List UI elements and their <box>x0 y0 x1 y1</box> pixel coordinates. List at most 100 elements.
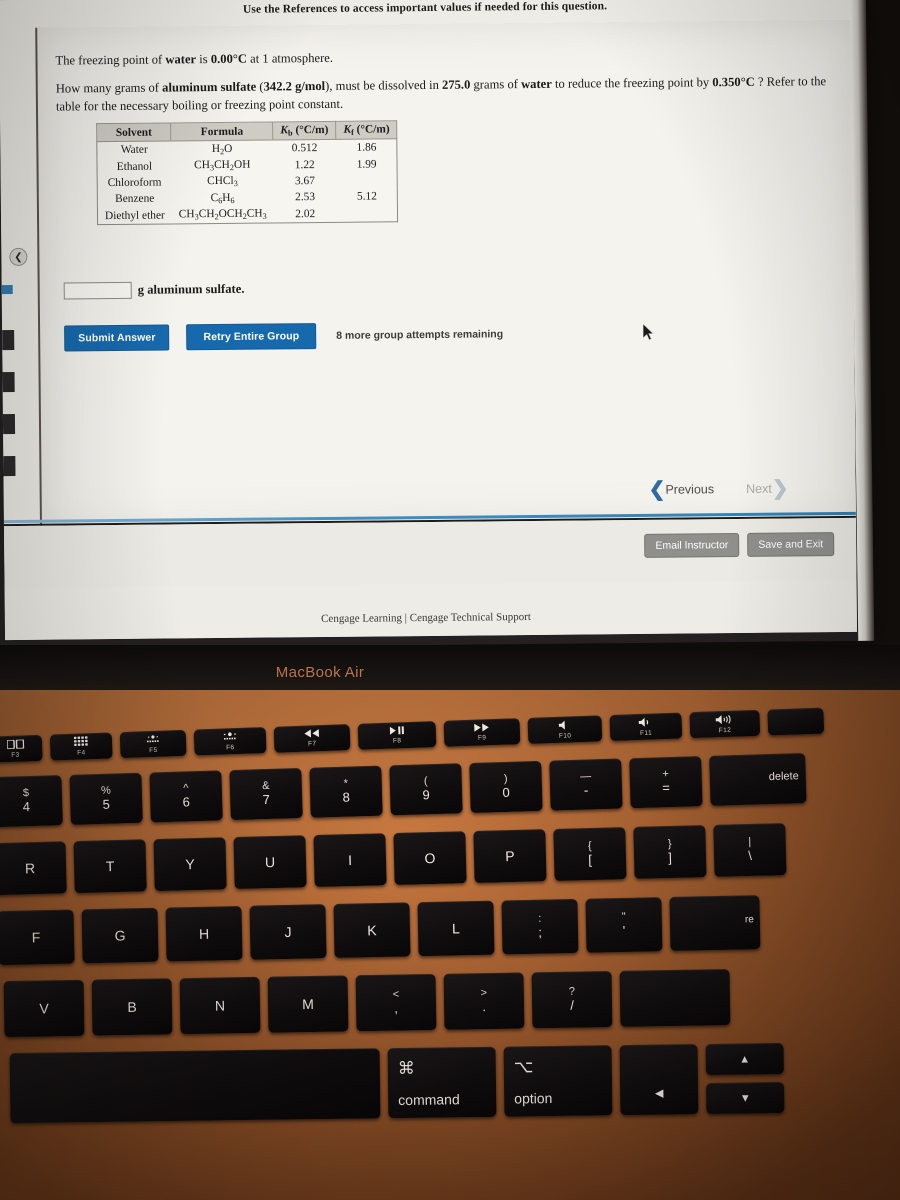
key-n[interactable]: N <box>179 976 261 1035</box>
key-f4[interactable]: F4 <box>49 732 113 761</box>
key-t[interactable]: T <box>73 839 147 894</box>
key-f7[interactable]: F7 <box>273 724 351 753</box>
key-bracket[interactable]: }] <box>633 825 707 879</box>
key-legend: P <box>505 847 515 865</box>
key-j[interactable]: J <box>249 904 327 960</box>
key-f3[interactable]: F3 <box>0 734 43 763</box>
key-top-legend: { <box>587 840 592 853</box>
key-punct[interactable]: <, <box>355 973 437 1032</box>
chevron-right-icon: ❯ <box>771 477 789 500</box>
cell-solvent: Ethanol <box>116 160 153 173</box>
key-arrow-up[interactable]: ▲ <box>705 1042 784 1076</box>
key-b[interactable]: B <box>91 978 173 1036</box>
key-f8[interactable]: F8 <box>357 721 437 750</box>
key-top-legend: ? <box>568 986 576 999</box>
key-arrow-down[interactable]: ▼ <box>706 1081 785 1115</box>
key-touch-id[interactable] <box>767 707 825 736</box>
key-bracket[interactable]: | \ <box>713 823 787 877</box>
edge-panel-block-2 <box>2 371 15 393</box>
key-bottom-legend: , <box>394 1000 399 1016</box>
next-question-button[interactable]: Next ❯ <box>745 477 789 500</box>
key-legend: Y <box>185 856 195 873</box>
key-legend: N <box>214 997 226 1014</box>
fn-label: F4 <box>77 749 86 757</box>
cengage-technical-support-link[interactable]: Cengage Technical Support <box>410 611 531 624</box>
key-top-legend: % <box>100 785 111 798</box>
key-legend: G <box>114 927 126 944</box>
key-k[interactable]: K <box>333 902 411 959</box>
cell-kb: 0.512 <box>291 142 318 155</box>
key-legend: I <box>347 852 353 869</box>
key-delete[interactable]: delete <box>709 753 807 806</box>
collapse-panel-chevron-left-icon[interactable]: ❮ <box>9 247 28 267</box>
cell-formula: CHCl3 <box>207 175 238 189</box>
key-v[interactable]: V <box>3 979 85 1038</box>
volume-down-icon <box>638 717 653 729</box>
key-legend: J <box>284 923 292 941</box>
key-right-shift[interactable] <box>619 969 731 1027</box>
retry-entire-group-button[interactable]: Retry Entire Group <box>186 323 317 351</box>
key-punct[interactable]: >. <box>443 972 525 1030</box>
key-f9[interactable]: F9 <box>443 718 521 747</box>
key-f5[interactable]: F5 <box>119 729 187 759</box>
next-label: Next <box>745 481 772 496</box>
col-header-formula: Formula <box>170 121 273 142</box>
key-top-legend: * <box>343 778 349 791</box>
cell-kf: 5.12 <box>356 190 377 203</box>
key-punct[interactable]: ? / <box>531 971 613 1029</box>
key-f[interactable]: F <box>0 909 75 966</box>
key-0[interactable]: ) 0 <box>469 760 543 813</box>
answer-input[interactable] <box>63 281 132 300</box>
key-label: command <box>398 1090 460 1108</box>
key-punct[interactable]: " ' <box>585 897 663 953</box>
key-legend: T <box>105 858 115 875</box>
key-=[interactable]: + = <box>629 756 703 809</box>
key-l[interactable]: L <box>417 900 495 957</box>
key-r[interactable]: R <box>0 841 67 896</box>
command-symbol-icon: ⌘ <box>397 1058 415 1078</box>
key-u[interactable]: U <box>233 835 307 890</box>
question-card: The freezing point of water is 0.00°C at… <box>35 19 858 533</box>
key-f11[interactable]: F11 <box>609 712 683 742</box>
key-command[interactable]: ⌘ command <box>387 1046 497 1119</box>
key-spacebar[interactable] <box>9 1048 381 1124</box>
key-m[interactable]: M <box>267 975 349 1033</box>
key--[interactable]: — - <box>549 758 623 811</box>
references-instruction-bar: Use the References to access important v… <box>242 0 608 16</box>
email-instructor-button[interactable]: Email Instructor <box>644 533 740 558</box>
rewind-icon <box>304 729 320 740</box>
key-5[interactable]: % 5 <box>69 772 143 825</box>
key-h[interactable]: H <box>165 905 243 962</box>
key-g[interactable]: G <box>81 907 159 964</box>
key-return[interactable]: re <box>669 895 761 951</box>
key-i[interactable]: I <box>313 833 387 888</box>
key-punct[interactable]: :; <box>501 898 579 955</box>
key-top-legend: $ <box>22 787 30 800</box>
key-8[interactable]: * 8 <box>309 765 383 818</box>
key-arrow-left[interactable]: ◀ <box>619 1044 699 1116</box>
key-o[interactable]: O <box>393 831 467 885</box>
key-f12[interactable]: F12 <box>689 709 761 739</box>
arrow-key-stack: ▲ ▼ <box>705 1042 785 1115</box>
key-9[interactable]: (9 <box>389 763 463 816</box>
key-6[interactable]: ^ 6 <box>149 770 223 823</box>
key-f6[interactable]: F6 <box>193 727 267 756</box>
footer-separator: | <box>404 612 408 625</box>
key-4[interactable]: $4 <box>0 775 63 828</box>
key-p[interactable]: P <box>473 829 547 883</box>
key-legend: H <box>198 925 210 942</box>
keyboard-qwerty-row: R T Y U I O P {[}] | \ <box>0 823 795 896</box>
previous-question-button[interactable]: ❮ Previous <box>649 479 715 501</box>
keyboard-function-row: F3 F4 F5 F6 F7 F8 F9 F10 F11 F12 <box>0 707 832 763</box>
key-y[interactable]: Y <box>153 837 227 892</box>
submit-answer-button[interactable]: Submit Answer <box>64 324 170 352</box>
key-7[interactable]: & 7 <box>229 767 303 821</box>
cengage-learning-link[interactable]: Cengage Learning <box>321 612 402 625</box>
save-and-exit-button[interactable]: Save and Exit <box>747 532 835 557</box>
key-option[interactable]: ⌥ option <box>503 1045 613 1117</box>
key-legend: F <box>31 929 41 946</box>
mute-icon <box>558 720 571 731</box>
key-bracket[interactable]: {[ <box>553 827 627 881</box>
key-f10[interactable]: F10 <box>527 715 603 744</box>
cell-formula: C6H6 <box>210 191 235 205</box>
